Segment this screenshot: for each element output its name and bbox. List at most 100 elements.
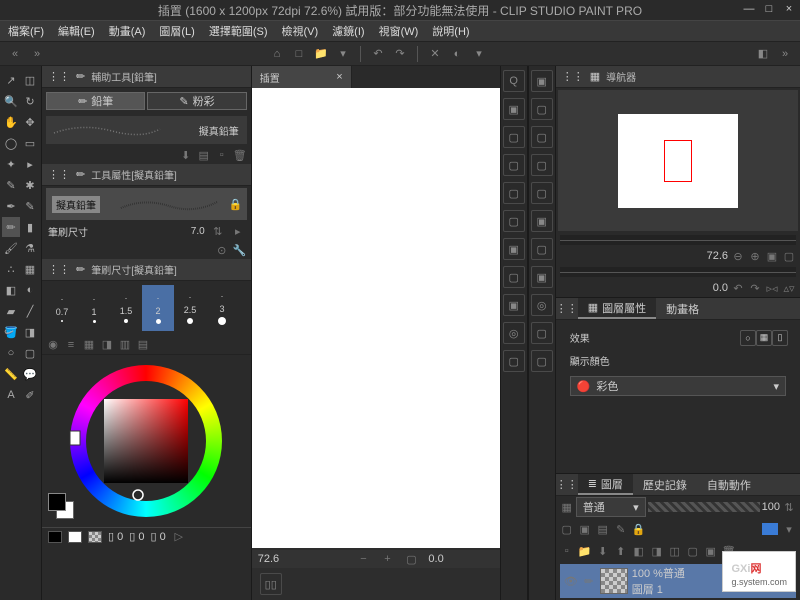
size-cell[interactable]: ·1 (78, 285, 110, 331)
clear-icon[interactable]: ✕ (424, 44, 446, 64)
hand-icon[interactable]: ✋ (2, 112, 20, 132)
menu-animation[interactable]: 動畫(A) (109, 23, 146, 39)
color-wheel[interactable] (42, 355, 251, 527)
new-folder-icon[interactable]: 📁 (578, 544, 592, 558)
menu-help[interactable]: 說明(H) (432, 23, 469, 39)
redo-icon[interactable]: ↷ (389, 44, 411, 64)
rotate-slider[interactable] (560, 267, 796, 277)
panel-icon[interactable]: ▢ (531, 182, 553, 204)
eye-icon[interactable]: 👁 (564, 574, 578, 588)
save-icon[interactable]: ▾ (332, 44, 354, 64)
panel-icon[interactable]: ◎ (531, 294, 553, 316)
ref-icon[interactable]: ▾ (782, 522, 796, 536)
panel-icon[interactable]: ▢ (531, 154, 553, 176)
zoom-slider[interactable] (560, 235, 796, 245)
timeline-icon[interactable]: ▯▯ (260, 573, 282, 595)
lock-icon[interactable]: 🔒 (229, 197, 243, 211)
panel-icon[interactable]: ▢ (503, 154, 525, 176)
frame-icon[interactable]: ▢ (21, 343, 39, 363)
shape-icon[interactable]: ○ (2, 343, 20, 363)
blend-icon[interactable]: ◐ (21, 280, 39, 300)
open-icon[interactable]: 📁 (310, 44, 332, 64)
progress-icon[interactable]: ◐ (446, 44, 468, 64)
effect-tone-icon[interactable]: ▦ (756, 330, 772, 346)
lock-icon[interactable]: ✎ (614, 522, 628, 536)
panel-icon[interactable]: ▢ (503, 210, 525, 232)
download-icon[interactable]: ⬇ (179, 148, 193, 162)
brush-preview[interactable]: 擬真鉛筆 (46, 116, 247, 144)
plus-icon[interactable]: + (380, 552, 394, 566)
panel-icon[interactable]: ▢ (531, 238, 553, 260)
opacity-value[interactable]: 100 (762, 501, 780, 513)
lasso-icon[interactable]: ◯ (2, 133, 20, 153)
zoom-value[interactable]: 72.6 (258, 553, 279, 565)
merge-icon[interactable]: ⬆ (614, 544, 628, 558)
opacity-slider[interactable] (648, 502, 760, 512)
two-icon[interactable]: ▣ (704, 544, 718, 558)
pen-icon[interactable]: ✒ (2, 196, 20, 216)
brush-icon[interactable]: 🖌 (2, 238, 20, 258)
menu-filter[interactable]: 濾鏡(I) (332, 23, 364, 39)
maximize-button[interactable]: □ (762, 2, 776, 16)
color-set-tab-icon[interactable]: ▦ (82, 338, 96, 352)
black-chip[interactable] (48, 531, 62, 543)
panel-icon[interactable]: ▢ (503, 126, 525, 148)
ruler-icon[interactable]: ◫ (668, 544, 682, 558)
intermediate-tab-icon[interactable]: ◨ (100, 338, 114, 352)
new-doc-icon[interactable]: □ (288, 44, 310, 64)
marquee-icon[interactable]: ▭ (21, 133, 39, 153)
panel-icon[interactable]: ▢ (503, 182, 525, 204)
dropdown-icon[interactable]: ▾ (468, 44, 490, 64)
arrow-tool-icon[interactable]: ↗ (2, 70, 20, 90)
pattern-icon[interactable]: ▦ (21, 259, 39, 279)
panel-icon[interactable]: ▢ (503, 266, 525, 288)
color-swatches[interactable] (48, 493, 76, 521)
play-icon[interactable]: ▷ (172, 530, 186, 544)
grip-icon[interactable]: ⋮⋮ (48, 263, 70, 276)
fit100-icon[interactable]: ▢ (782, 249, 796, 263)
clip-icon[interactable]: ▢ (686, 544, 700, 558)
tab-anim-cell[interactable]: 動畫格 (656, 298, 709, 319)
ref-color-icon[interactable] (762, 523, 778, 535)
marker-icon[interactable]: ▮ (21, 217, 39, 237)
nav-viewport-rect[interactable] (664, 140, 692, 182)
color-slider-tab-icon[interactable]: ≡ (64, 338, 78, 352)
menu-icon[interactable]: ▤ (197, 148, 211, 162)
tab-layers[interactable]: ≣圖層 (578, 474, 633, 495)
pick-icon[interactable]: ▸ (21, 154, 39, 174)
lock-icon[interactable]: ▣ (578, 522, 592, 536)
flip-v-icon[interactable]: ▵▿ (782, 281, 796, 295)
close-icon[interactable]: × (336, 71, 342, 83)
tab-history[interactable]: 歷史記錄 (633, 474, 697, 495)
size-cell[interactable]: ·0.7 (46, 285, 78, 331)
mask-on-icon[interactable]: ◨ (650, 544, 664, 558)
smudge-icon[interactable]: ▰ (2, 301, 20, 321)
effect-layer-icon[interactable]: ▯ (772, 330, 788, 346)
grip-icon[interactable]: ⋮⋮ (556, 478, 578, 491)
correct-icon[interactable]: ✐ (21, 385, 39, 405)
checker-icon[interactable]: ▦ (560, 500, 574, 514)
triangle-icon[interactable]: ▸ (231, 225, 245, 239)
new-layer-icon[interactable]: ▫ (560, 544, 574, 558)
panel-icon[interactable]: ▣ (531, 210, 553, 232)
history-tab-icon[interactable]: ▤ (136, 338, 150, 352)
layer-thumbnail[interactable] (600, 568, 628, 594)
fit-icon[interactable]: ▢ (404, 552, 418, 566)
rotation-value[interactable]: 0.0 (428, 553, 443, 565)
text-icon[interactable]: A (2, 385, 20, 405)
plus-icon[interactable]: ⊕ (748, 249, 762, 263)
rotate-cw-icon[interactable]: ↷ (748, 281, 762, 295)
layer-name[interactable]: 圖層 1 (632, 581, 685, 597)
panel-icon[interactable]: ▢ (503, 350, 525, 372)
tab-layer-property[interactable]: ▦圖層屬性 (578, 298, 656, 319)
size-cell[interactable]: ·2 (142, 285, 174, 331)
mask-icon[interactable]: ◧ (632, 544, 646, 558)
size-cell[interactable]: ·3 (206, 285, 238, 331)
menu-file[interactable]: 檔案(F) (8, 23, 44, 39)
effect-border-icon[interactable]: ○ (740, 330, 756, 346)
chevron-right-icon[interactable]: » (26, 44, 48, 64)
color-mode-dropdown[interactable]: 🔴 彩色 ▾ (570, 376, 786, 396)
pen-icon[interactable]: ✏ (582, 574, 596, 588)
eraser-icon[interactable]: ◧ (2, 280, 20, 300)
grip-icon[interactable]: ⋮⋮ (562, 70, 584, 83)
